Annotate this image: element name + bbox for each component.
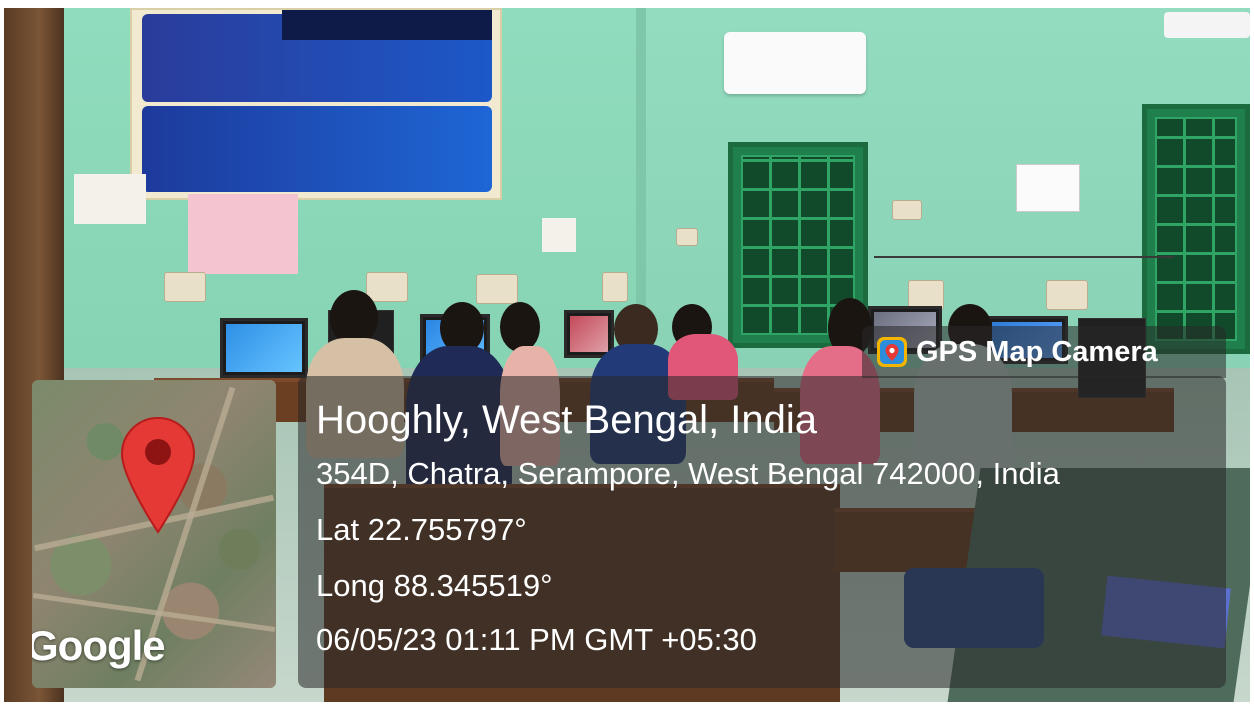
map-pin-icon [120, 416, 196, 534]
switchboard [366, 272, 408, 302]
location-title: Hooghly, West Bengal, India [316, 398, 818, 442]
shutdown-notice [1016, 164, 1080, 212]
switchboard [164, 272, 206, 302]
datetime-text: 06/05/23 01:11 PM GMT +05:30 [316, 622, 757, 657]
switchboard [892, 200, 922, 220]
map-thumbnail: Google [32, 380, 276, 688]
address-text: 354D, Chatra, Serampore, West Bengal 742… [316, 456, 1060, 491]
longitude-text: Long 88.345519° [316, 568, 553, 603]
switchboard [602, 272, 628, 302]
brand-label: GPS Map Camera [916, 335, 1158, 368]
air-conditioner [724, 32, 866, 94]
ai-poster [130, 8, 502, 200]
photo-frame: Google GPS Map Camera Hooghly, West Beng… [0, 0, 1254, 706]
switchboard [476, 274, 518, 304]
location-info-panel: Hooghly, West Bengal, India 354D, Chatra… [298, 376, 1226, 688]
switchboard [676, 228, 698, 246]
brand-tab: GPS Map Camera [862, 326, 1226, 378]
air-conditioner [1164, 12, 1250, 38]
switchboard [1046, 280, 1088, 310]
green-window [1142, 104, 1250, 354]
wall-note [542, 218, 576, 252]
wall-paper [74, 174, 146, 224]
gps-map-camera-icon [877, 337, 907, 367]
monitor [220, 318, 308, 378]
pink-sketch [188, 194, 298, 274]
google-logo: Google [32, 622, 166, 669]
latitude-text: Lat 22.755797° [316, 512, 527, 547]
